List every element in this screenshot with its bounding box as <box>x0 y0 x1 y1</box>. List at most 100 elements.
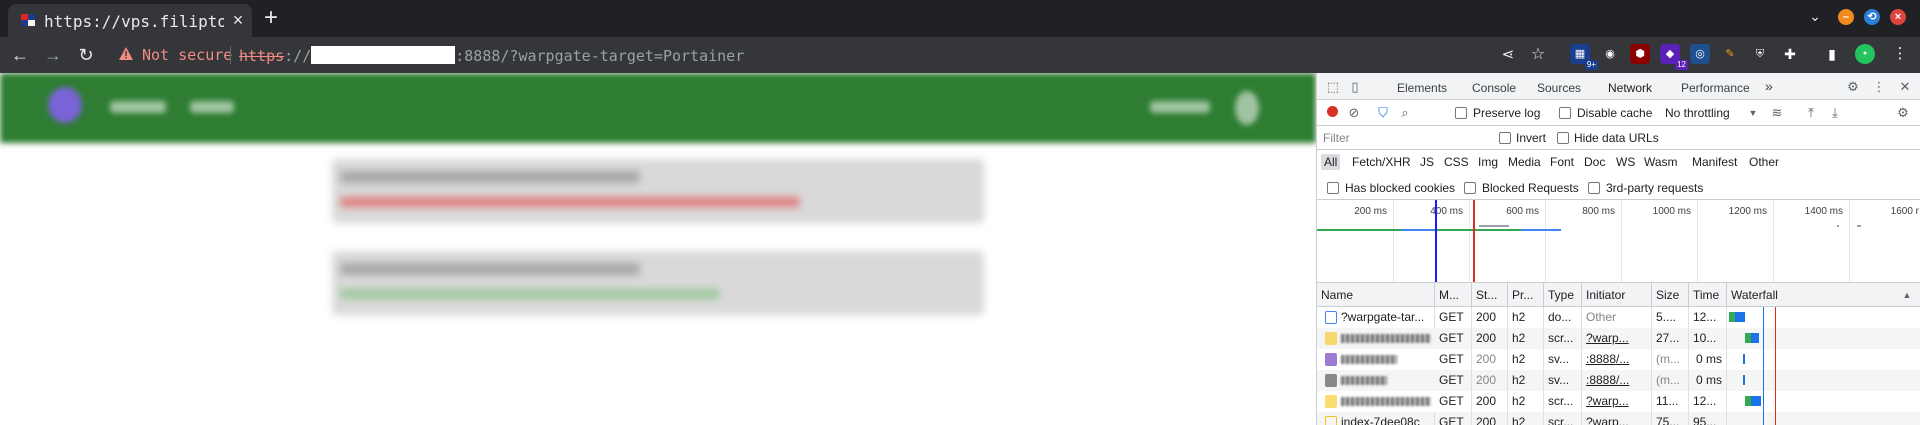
target-card-2[interactable] <box>332 251 984 315</box>
column-waterfall[interactable]: Waterfall <box>1727 283 1920 307</box>
column-size[interactable]: Size <box>1652 283 1689 307</box>
type-filter-js[interactable]: JS <box>1417 154 1437 170</box>
filter-input[interactable]: Filter <box>1321 131 1491 149</box>
hide-data-urls-checkbox[interactable] <box>1557 132 1569 144</box>
sort-ascending-icon[interactable]: ▲ <box>1899 287 1915 303</box>
throttling-select[interactable]: No throttling <box>1665 106 1730 120</box>
type-filter-ws[interactable]: WS <box>1613 154 1638 170</box>
minimize-button[interactable]: – <box>1838 9 1854 25</box>
network-settings-icon[interactable]: ⚙ <box>1895 105 1911 121</box>
more-tabs-chevron[interactable]: » <box>1765 78 1773 94</box>
column-protocol[interactable]: Pr... <box>1508 283 1544 307</box>
request-row[interactable]: GET 200 h2 sv... :8888/... (m... 0 ms <box>1317 349 1920 370</box>
request-row[interactable]: GET 200 h2 scr... ?warp... 11... 12... <box>1317 391 1920 412</box>
close-window-button[interactable]: × <box>1890 9 1906 25</box>
overview-bar-blue <box>1401 229 1435 231</box>
request-initiator-link[interactable]: ?warp... <box>1582 412 1652 425</box>
back-arrow-icon[interactable]: ← <box>8 43 32 67</box>
type-filter-media[interactable]: Media <box>1505 154 1544 170</box>
browser-menu-icon[interactable]: ⋮ <box>1890 44 1910 64</box>
import-har-icon[interactable]: ⤒ <box>1803 105 1819 121</box>
header-link-2[interactable] <box>190 101 234 113</box>
forward-arrow-icon[interactable]: → <box>41 43 65 67</box>
column-method[interactable]: M... <box>1435 283 1472 307</box>
search-icon[interactable]: ⌕ <box>1397 105 1413 121</box>
clear-icon[interactable]: ⊘ <box>1346 105 1362 121</box>
settings-gear-icon[interactable]: ⚙ <box>1845 79 1861 95</box>
request-row[interactable]: GET 200 h2 scr... ?warp... 27... 10... <box>1317 328 1920 349</box>
blocked-requests-checkbox[interactable] <box>1464 182 1476 194</box>
not-secure-label[interactable]: Not secure <box>142 46 232 64</box>
type-filter-css[interactable]: CSS <box>1441 154 1472 170</box>
device-toolbar-icon[interactable]: ▯ <box>1347 79 1363 95</box>
request-row[interactable]: index-7dee08c GET 200 h2 scr... ?warp...… <box>1317 412 1920 425</box>
preserve-log-checkbox[interactable] <box>1455 107 1467 119</box>
overview-bar-blue <box>1521 229 1561 231</box>
url-text[interactable]: https://:8888/?warpgate-target=Portainer <box>239 46 744 65</box>
type-filter-font[interactable]: Font <box>1547 154 1577 170</box>
extension-2-icon[interactable]: ◉ <box>1600 44 1620 64</box>
filter-funnel-icon[interactable]: ⛉ <box>1375 105 1391 121</box>
header-signin[interactable] <box>1150 101 1210 113</box>
type-filter-manifest[interactable]: Manifest <box>1689 154 1740 170</box>
new-tab-button[interactable]: + <box>258 6 284 32</box>
column-status[interactable]: St... <box>1472 283 1508 307</box>
type-filter-doc[interactable]: Doc <box>1581 154 1608 170</box>
tab-sources[interactable]: Sources <box>1537 81 1581 95</box>
devtools-menu-icon[interactable]: ⋮ <box>1871 79 1887 95</box>
tab-performance[interactable]: Performance <box>1681 81 1750 95</box>
header-avatar[interactable] <box>1235 91 1259 125</box>
inspect-element-icon[interactable]: ⬚ <box>1325 79 1341 95</box>
tab-console[interactable]: Console <box>1472 81 1516 95</box>
column-name[interactable]: Name <box>1317 283 1435 307</box>
throttling-dropdown-icon[interactable]: ▼ <box>1745 105 1761 121</box>
type-filter-all[interactable]: All <box>1321 154 1341 170</box>
extension-7-icon[interactable]: ⛨ <box>1750 44 1770 64</box>
extensions-puzzle-icon[interactable]: ✚ <box>1780 44 1800 64</box>
bookmark-star-icon[interactable]: ☆ <box>1526 43 1550 67</box>
type-filter-other[interactable]: Other <box>1746 154 1782 170</box>
third-party-checkbox[interactable] <box>1588 182 1600 194</box>
record-icon[interactable] <box>1324 105 1340 121</box>
extension-5-icon[interactable]: ◎ <box>1690 44 1710 64</box>
request-initiator-link[interactable]: :8888/... <box>1582 370 1652 391</box>
side-panel-icon[interactable]: ▮ <box>1822 44 1842 64</box>
reload-icon[interactable]: ↻ <box>74 43 98 67</box>
disable-cache-checkbox[interactable] <box>1559 107 1571 119</box>
tab-elements[interactable]: Elements <box>1397 81 1447 95</box>
header-link-1[interactable] <box>110 101 166 113</box>
profile-avatar[interactable]: ● <box>1855 44 1875 64</box>
tab-close-icon[interactable]: × <box>228 10 248 30</box>
waterfall-load-line <box>1775 307 1776 425</box>
request-initiator-link[interactable]: ?warp... <box>1582 391 1652 412</box>
maximize-button[interactable]: ⟲ <box>1864 9 1880 25</box>
request-initiator-link[interactable]: ?warp... <box>1582 328 1652 349</box>
column-initiator[interactable]: Initiator <box>1582 283 1652 307</box>
export-har-icon[interactable]: ⤓ <box>1827 105 1843 121</box>
address-bar[interactable]: Not secure https://:8888/?warpgate-targe… <box>110 40 1560 70</box>
type-filter-wasm[interactable]: Wasm <box>1641 154 1681 170</box>
request-row[interactable]: ?warpgate-tar... GET 200 h2 do... Other … <box>1317 307 1920 328</box>
blocked-requests-label: Blocked Requests <box>1482 181 1579 195</box>
column-time[interactable]: Time <box>1689 283 1727 307</box>
type-filter-fetch-xhr[interactable]: Fetch/XHR <box>1349 154 1414 170</box>
network-conditions-icon[interactable]: ≋ <box>1769 105 1785 121</box>
tab-search-chevron-icon[interactable]: ⌄ <box>1806 8 1824 26</box>
extension-6-icon[interactable]: ✎ <box>1720 44 1740 64</box>
network-overview-timeline[interactable]: 200 ms 400 ms 600 ms 800 ms 1000 ms 1200… <box>1317 200 1920 283</box>
invert-checkbox[interactable] <box>1499 132 1511 144</box>
close-devtools-icon[interactable]: ✕ <box>1897 79 1913 95</box>
ublock-icon[interactable]: ⬢ <box>1630 44 1650 64</box>
hide-data-urls-label: Hide data URLs <box>1574 131 1659 145</box>
tab-network[interactable]: Network <box>1601 81 1659 102</box>
blocked-cookies-checkbox[interactable] <box>1327 182 1339 194</box>
share-icon[interactable]: ⋖ <box>1496 43 1520 67</box>
extension-4-icon[interactable]: ◆ 12 <box>1660 44 1688 70</box>
extension-1-icon[interactable]: ▦ 9+ <box>1570 44 1598 70</box>
target-card-1[interactable] <box>332 159 984 223</box>
browser-tab[interactable]: https://vps.filipton × <box>8 4 252 37</box>
request-row[interactable]: GET 200 h2 sv... :8888/... (m... 0 ms <box>1317 370 1920 391</box>
column-type[interactable]: Type <box>1544 283 1582 307</box>
request-initiator-link[interactable]: :8888/... <box>1582 349 1652 370</box>
type-filter-img[interactable]: Img <box>1475 154 1501 170</box>
